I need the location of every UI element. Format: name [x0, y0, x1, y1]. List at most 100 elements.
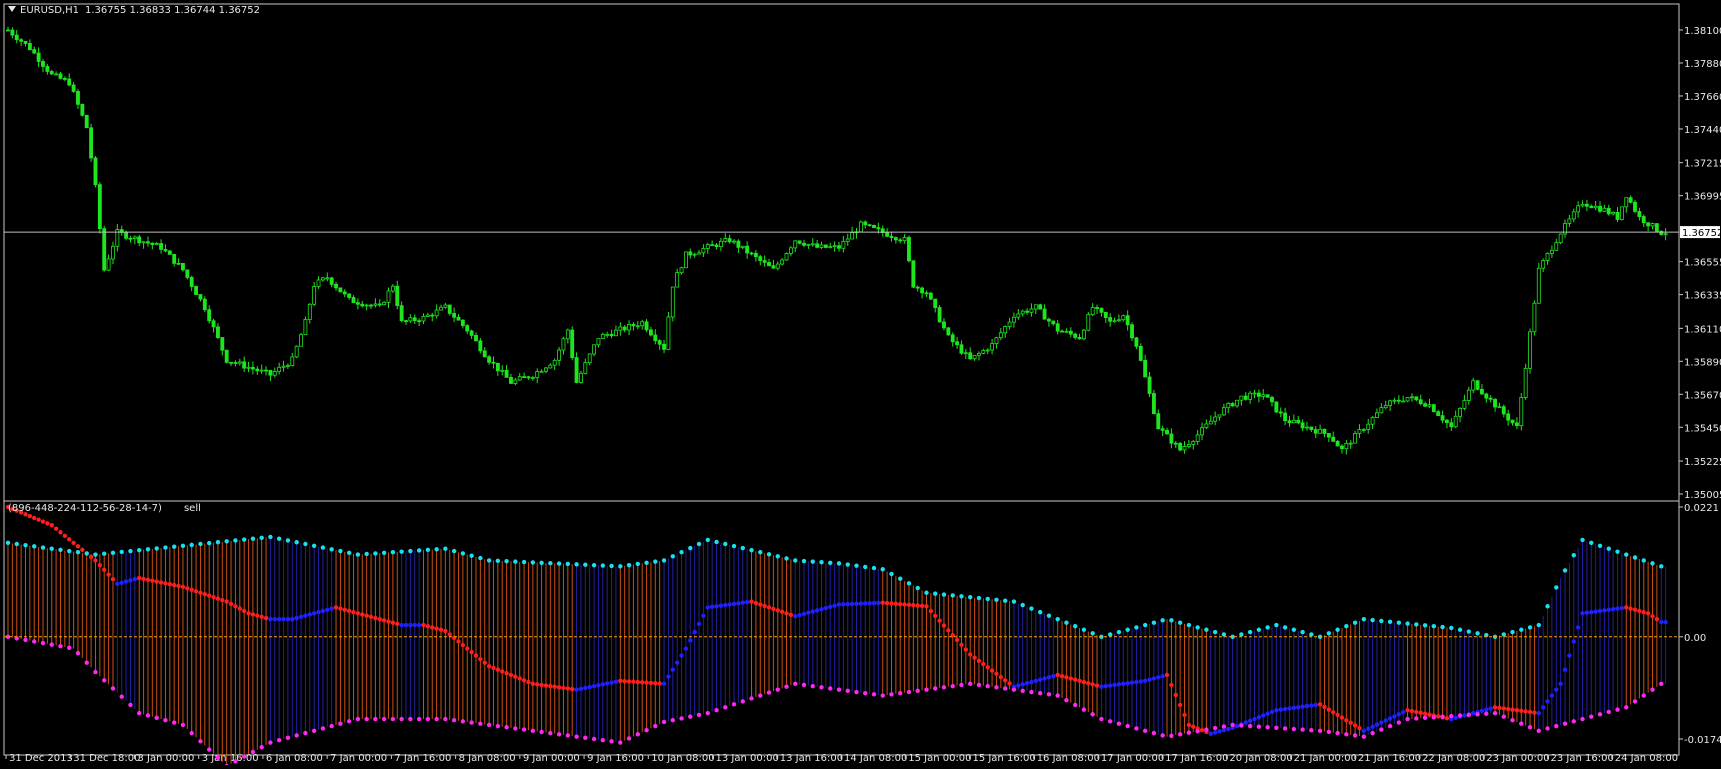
candle-body: [1611, 212, 1616, 215]
upper-band-dot: [1475, 631, 1480, 636]
candle-body: [815, 243, 820, 248]
lower-band-dot: [793, 681, 798, 686]
upper-band-dot: [749, 547, 754, 553]
midline-dot: [1392, 714, 1397, 719]
lower-band-dot: [1431, 715, 1437, 720]
midline-dot: [1361, 728, 1367, 733]
midline-dot: [705, 605, 710, 610]
upper-band-dot: [303, 541, 308, 547]
lower-band-dot: [758, 693, 763, 698]
candle-body: [294, 345, 299, 358]
midline-dot: [1291, 705, 1297, 711]
last-price-label: 1.36752: [1680, 226, 1721, 239]
midline-dot: [263, 615, 269, 621]
lower-band-dot: [600, 737, 606, 743]
candle-body: [1186, 444, 1191, 447]
midline-dot: [556, 685, 562, 690]
candle-body: [535, 371, 540, 378]
upper-band-dot: [215, 540, 221, 545]
lower-band-dot: [416, 716, 422, 722]
candle-body: [893, 237, 898, 241]
upper-band-dot: [714, 539, 719, 545]
candle-body: [858, 221, 863, 233]
candle-body: [736, 240, 741, 248]
upper-band-dot: [416, 548, 422, 553]
midline-dot: [1344, 718, 1349, 723]
upper-band-dot: [1457, 627, 1463, 632]
candle-body: [268, 369, 273, 376]
price-tick-label: 1.37660: [1684, 92, 1721, 103]
upper-band-dot: [58, 547, 63, 553]
upper-band-dot: [740, 545, 745, 551]
main-chart-header: EURUSD,H1 1.36755 1.36833 1.36744 1.36752: [8, 5, 260, 16]
chart-window[interactable]: 1.38100 1.37880 1.37660 1.37440 1.37215 1.369…: [0, 0, 1721, 769]
midline-dot: [1269, 709, 1275, 715]
candle-body: [1414, 396, 1419, 401]
candle-body: [1410, 396, 1414, 399]
midline-dot: [1523, 709, 1528, 714]
candle-body: [1453, 415, 1458, 428]
midline-dot: [561, 685, 566, 691]
midline-dot: [1003, 678, 1008, 683]
lower-band-dot: [250, 749, 256, 755]
midline-dot: [727, 602, 732, 607]
midline-dot: [806, 610, 811, 615]
chart-canvas[interactable]: 1.38100 1.37880 1.37660 1.37440 1.37215 1.369…: [0, 0, 1721, 769]
candle-body: [1090, 307, 1095, 315]
lower-band-dot: [303, 730, 308, 736]
upper-band-dot: [1195, 625, 1200, 630]
upper-band-dot: [1387, 619, 1393, 625]
midline-dot: [1304, 703, 1310, 709]
upper-band-dot: [661, 558, 667, 563]
candle-body: [1641, 216, 1646, 224]
upper-band-dot: [793, 558, 798, 563]
midline-dot: [1068, 676, 1074, 681]
midline-dot: [1186, 722, 1192, 728]
lower-band-dot: [1020, 688, 1025, 694]
lower-band-dot: [1204, 727, 1209, 732]
midline-dot: [1470, 710, 1476, 716]
lower-band-dot: [1580, 716, 1585, 722]
upper-band-dot: [1029, 606, 1034, 611]
midline-dot: [504, 671, 509, 676]
candle-body: [369, 304, 373, 307]
candle-body: [338, 287, 343, 293]
upper-band-dot: [985, 596, 990, 602]
lower-band-dot: [1309, 727, 1314, 733]
candle-body: [946, 327, 951, 336]
candle-body: [1156, 413, 1161, 430]
midline-dot: [141, 576, 146, 582]
candle-body: [990, 343, 995, 351]
midline-dot: [198, 590, 203, 595]
candle-body: [1471, 380, 1476, 391]
candle-body: [386, 290, 391, 303]
midline-dot: [1081, 679, 1087, 685]
lower-band-dot: [976, 682, 982, 688]
candle-body: [552, 359, 557, 366]
upper-band-dot: [451, 548, 457, 554]
candle-body: [705, 244, 710, 249]
lower-band-dot: [40, 640, 46, 646]
candle-body: [1160, 428, 1165, 431]
lower-band-dot: [215, 755, 221, 760]
midline-dot: [119, 580, 124, 585]
upper-band-dot: [1177, 620, 1183, 625]
lower-band-dot: [1107, 719, 1113, 724]
midline-dot: [1619, 605, 1625, 611]
midline-dot: [1501, 706, 1507, 711]
candle-body: [701, 248, 706, 254]
candle-body: [443, 304, 448, 308]
midline-dot: [1654, 616, 1660, 622]
dropdown-triangle-icon[interactable]: [8, 6, 16, 12]
candle-body: [1143, 359, 1148, 378]
upper-band-dot: [1116, 629, 1122, 635]
midline-dot: [447, 632, 452, 637]
midline-dot: [27, 513, 33, 519]
midline-dot: [1234, 723, 1240, 729]
midline-dot: [1357, 725, 1362, 731]
candle-body: [1313, 429, 1318, 434]
candle-body: [1235, 399, 1239, 407]
candle-body: [1637, 211, 1642, 217]
indicator-tick-label: -0.0174: [1684, 735, 1721, 746]
candle-body: [1283, 412, 1288, 422]
